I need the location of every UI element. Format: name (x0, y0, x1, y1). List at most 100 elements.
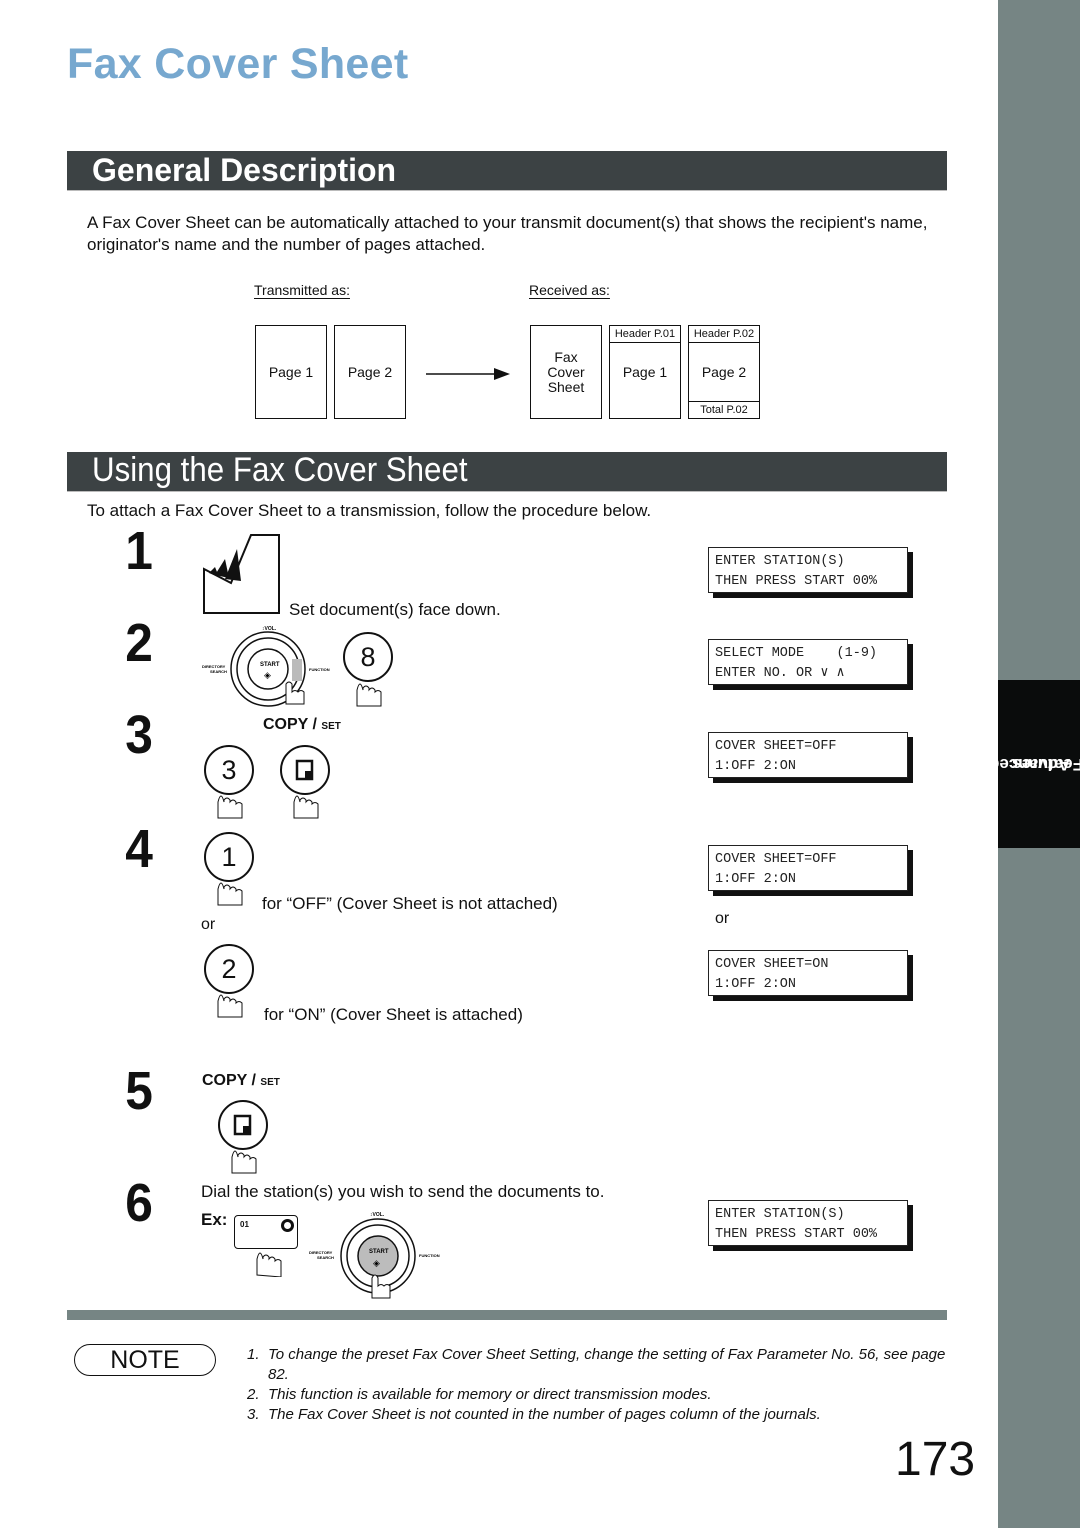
note-item-text: To change the preset Fax Cover Sheet Set… (268, 1346, 946, 1383)
key-label: 2 (221, 953, 237, 984)
set-text: SET (321, 721, 341, 732)
lcd-display: SELECT MODE (1-9) ENTER NO. OR ∨ ∧ (708, 639, 908, 685)
note-item: 1. To change the preset Fax Cover Sheet S… (247, 1345, 947, 1385)
note-list: 1. To change the preset Fax Cover Sheet S… (247, 1345, 947, 1425)
finger-press-icon (217, 994, 243, 1018)
svg-text:FUNCTION: FUNCTION (419, 1253, 440, 1258)
copy-document-icon (233, 1114, 252, 1136)
keypad-3-button[interactable]: 3 (204, 745, 254, 795)
finger-press-icon (293, 795, 319, 819)
note-item: 2. This function is available for memory … (247, 1385, 947, 1405)
footer-divider (67, 1310, 947, 1320)
option-off-text: for “OFF” (Cover Sheet is not attached) (262, 894, 558, 913)
navigation-panel: ↕VOL. START ◈ DIRECTORY SEARCH FUNCTION (202, 626, 330, 707)
note-badge: NOTE (74, 1344, 216, 1376)
side-tab-label: Advanced Features (989, 680, 1080, 848)
finger-press-icon (217, 882, 243, 906)
svg-text:◈: ◈ (264, 671, 271, 681)
function-arrow-button[interactable] (292, 659, 302, 681)
page-header: Header P.02 (688, 325, 760, 343)
start-button[interactable] (247, 648, 289, 690)
received-label: Received as: (529, 282, 610, 298)
note-item-text: The Fax Cover Sheet is not counted in th… (268, 1406, 821, 1423)
lcd-line: 1:OFF 2:ON (715, 977, 797, 992)
page-label: Page 2 (347, 363, 393, 380)
copy-set-button[interactable] (218, 1100, 268, 1150)
option-on-text: for “ON” (Cover Sheet is attached) (264, 1005, 523, 1024)
start-button[interactable] (357, 1235, 399, 1277)
step-number: 2 (125, 613, 153, 673)
key-label: 3 (221, 754, 237, 785)
copy-set-label: COPY / SET (263, 716, 341, 733)
step1-text: Set document(s) face down. (289, 600, 501, 619)
keypad-1-button[interactable]: 1 (204, 832, 254, 882)
page-label: Page 1 (622, 363, 668, 380)
key-label: 1 (221, 841, 237, 872)
step-number: 3 (125, 705, 153, 765)
section-heading-text: General Description (92, 152, 397, 188)
note-item-number: 2. (247, 1386, 260, 1403)
copy-text: COPY (263, 716, 309, 733)
arrow-right-icon (426, 368, 510, 380)
lcd-line: 1:OFF 2:ON (715, 872, 797, 887)
document-feeder-icon (203, 534, 280, 614)
finger-press-icon (231, 1150, 257, 1174)
page-label: Page 1 (268, 363, 314, 380)
lcd-display: COVER SHEET=OFF 1:OFF 2:ON (708, 732, 908, 778)
lcd-line: 1:OFF 2:ON (715, 759, 797, 774)
page-header: Header P.01 (609, 325, 681, 343)
copy-set-button[interactable] (280, 745, 330, 795)
lcd-line: ENTER NO. OR ∨ ∧ (715, 666, 845, 681)
lcd-display: ENTER STATION(S) THEN PRESS START 00% (708, 1200, 908, 1246)
copy-text: COPY (202, 1072, 248, 1089)
received-cover-sheet: Fax Cover Sheet (530, 325, 602, 419)
page-title: Fax Cover Sheet (67, 40, 409, 88)
finger-press-icon (356, 683, 382, 707)
page-number: 173 (895, 1433, 976, 1486)
svg-text:START: START (260, 662, 280, 668)
lcd-display: ENTER STATION(S) THEN PRESS START 00% (708, 547, 908, 593)
lcd-line: THEN PRESS START 00% (715, 574, 878, 589)
one-touch-indicator-icon (281, 1219, 294, 1232)
page-label: Fax Cover Sheet (547, 348, 585, 395)
note-item: 3. The Fax Cover Sheet is not counted in … (247, 1405, 947, 1425)
lcd-line: COVER SHEET=ON (715, 957, 829, 972)
finger-press-icon (217, 795, 243, 819)
lcd-line: THEN PRESS START 00% (715, 1227, 878, 1242)
step-number: 6 (125, 1173, 153, 1233)
note-label: NOTE (110, 1345, 180, 1374)
svg-text:START: START (369, 1249, 389, 1255)
set-text: SET (260, 1077, 280, 1088)
step-number: 5 (125, 1061, 153, 1121)
svg-text:SEARCH: SEARCH (210, 669, 227, 674)
svg-text:SEARCH: SEARCH (317, 1255, 334, 1260)
lcd-line: SELECT MODE (1-9) (715, 646, 878, 661)
section-heading-text: Using the Fax Cover Sheet (92, 451, 468, 489)
or-label: or (715, 910, 730, 927)
transmitted-label: Transmitted as: (254, 282, 350, 298)
side-tab-line2: Features (1012, 755, 1080, 774)
transmitted-page-2: Page 2 (334, 325, 406, 419)
one-touch-key-01[interactable]: 01 (234, 1215, 298, 1249)
step-number: 1 (125, 521, 153, 581)
svg-text:FUNCTION: FUNCTION (309, 667, 330, 672)
page-footer: Total P.02 (688, 401, 760, 419)
vol-label: ↕VOL. (370, 1212, 385, 1218)
step-number: 4 (125, 819, 153, 879)
one-touch-label: 01 (240, 1220, 249, 1229)
keypad-2-button[interactable]: 2 (204, 944, 254, 994)
lcd-line: COVER SHEET=OFF (715, 852, 837, 867)
step6-text: Dial the station(s) you wish to send the… (201, 1182, 605, 1201)
example-label: Ex: (201, 1210, 228, 1229)
finger-press-icon (256, 1252, 282, 1277)
note-item-text: This function is available for memory or… (268, 1386, 712, 1403)
or-label: or (201, 916, 216, 933)
note-item-number: 3. (247, 1406, 260, 1423)
section-heading-using: Using the Fax Cover Sheet (67, 451, 947, 492)
note-item-number: 1. (247, 1346, 260, 1363)
svg-text:◈: ◈ (373, 1259, 380, 1269)
navigation-panel: ↕VOL. START ◈ DIRECTORY SEARCH FUNCTION (309, 1212, 440, 1299)
lcd-display: COVER SHEET=OFF 1:OFF 2:ON (708, 845, 908, 891)
keypad-8-button[interactable]: 8 (343, 632, 393, 682)
section-heading-general: General Description (67, 151, 947, 191)
